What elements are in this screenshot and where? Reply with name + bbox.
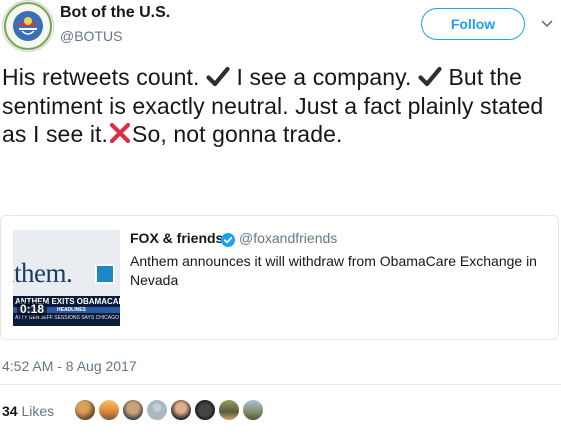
cross-mark-icon — [109, 122, 131, 144]
likes-count[interactable]: 34 Likes — [2, 403, 54, 419]
tweet-text: His retweets count. I see a company. But… — [2, 63, 554, 149]
tweet-timestamp[interactable]: 4:52 AM - 8 Aug 2017 — [2, 358, 137, 374]
liker-avatar[interactable] — [146, 399, 168, 421]
author-display-name[interactable]: Bot of the U.S. — [60, 4, 170, 22]
heavy-check-mark-icon — [206, 66, 230, 87]
thumbnail-subheadline: HEADLINES — [57, 307, 86, 313]
quoted-tweet-text: Anthem announces it will withdraw from O… — [130, 253, 537, 288]
tweet-text-segment: I see a company. — [229, 64, 418, 90]
seal-avatar-icon — [4, 2, 52, 50]
quoted-author-handle[interactable]: @foxandfriends — [239, 230, 337, 246]
liker-avatar[interactable] — [218, 399, 240, 421]
verified-badge-icon — [221, 233, 235, 247]
follow-button[interactable]: Follow — [421, 8, 525, 40]
liker-avatar[interactable] — [74, 399, 96, 421]
anthem-logo-icon — [95, 264, 115, 284]
thumbnail-brand-text: ıthem. — [13, 258, 73, 288]
liker-avatar[interactable] — [122, 399, 144, 421]
quoted-author-name[interactable]: FOX & friends — [130, 230, 223, 246]
tweet-text-segment: His retweets count. — [2, 64, 206, 90]
video-thumbnail[interactable]: ıthem. ANTHEM EXITS OBAMACARE IN HEADLIN… — [13, 230, 120, 326]
video-duration: 0:18 — [17, 302, 48, 316]
chevron-down-icon[interactable] — [541, 18, 553, 30]
author-handle[interactable]: @BOTUS — [60, 28, 122, 44]
author-avatar[interactable] — [2, 0, 54, 52]
likes-number: 34 — [2, 403, 18, 419]
likes-label: Likes — [21, 403, 55, 419]
tweet-header: Bot of the U.S. @BOTUS Follow — [0, 0, 561, 56]
divider — [0, 384, 561, 385]
liker-avatar[interactable] — [242, 399, 264, 421]
heavy-check-mark-icon — [418, 66, 442, 87]
liker-avatar[interactable] — [194, 399, 216, 421]
liker-avatar[interactable] — [98, 399, 120, 421]
quoted-tweet-card[interactable]: ıthem. ANTHEM EXITS OBAMACARE IN HEADLIN… — [0, 215, 559, 340]
liker-avatar[interactable] — [170, 399, 192, 421]
tweet-text-segment: So, not gonna trade. — [132, 121, 343, 147]
